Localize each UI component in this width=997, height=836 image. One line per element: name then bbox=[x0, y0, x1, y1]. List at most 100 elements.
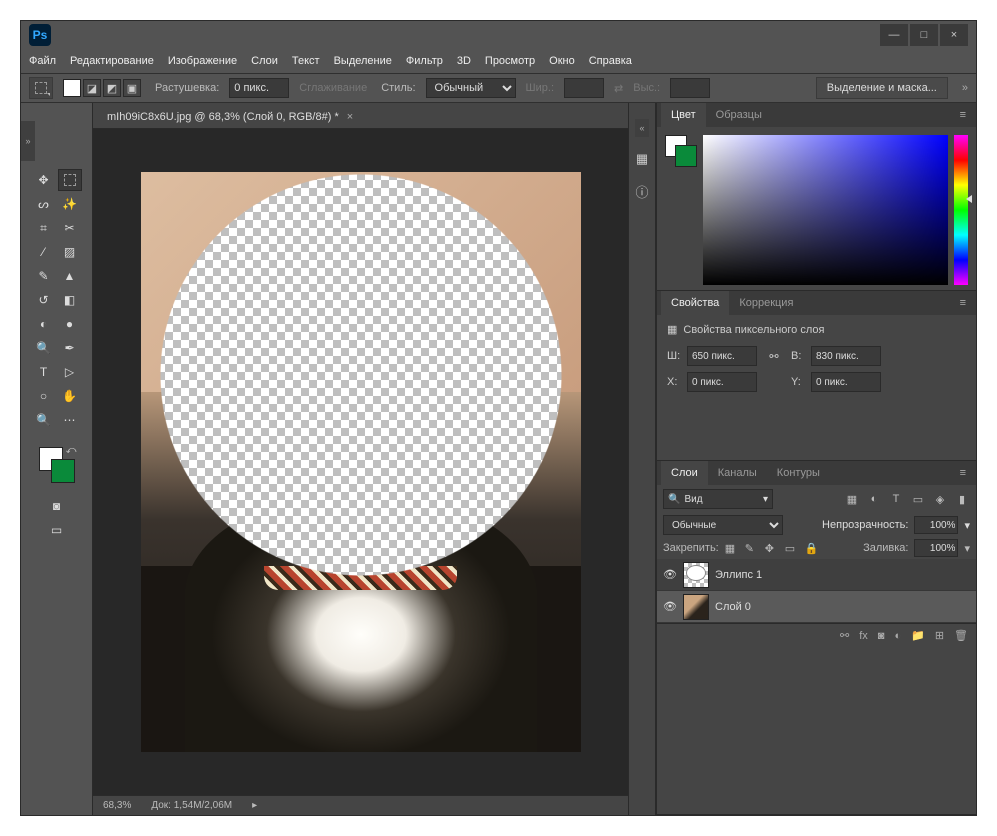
gradient-tool[interactable]: ◐ bbox=[32, 313, 56, 335]
layers-panel-menu[interactable]: ≡ bbox=[954, 467, 972, 479]
menu-image[interactable]: Изображение bbox=[168, 55, 237, 67]
menu-help[interactable]: Справка bbox=[589, 55, 632, 67]
document-tab[interactable]: mIh09iC8x6U.jpg @ 68,3% (Слой 0, RGB/8#)… bbox=[97, 106, 363, 128]
color-swatches[interactable]: ⤺ bbox=[39, 447, 75, 483]
blur-tool[interactable]: ● bbox=[58, 313, 82, 335]
menu-select[interactable]: Выделение bbox=[334, 55, 392, 67]
layer-mask-icon[interactable]: ◙ bbox=[878, 630, 885, 642]
prop-h-input[interactable] bbox=[811, 346, 881, 366]
filter-pixel-icon[interactable]: ▦ bbox=[844, 493, 860, 506]
tab-color[interactable]: Цвет bbox=[661, 103, 706, 127]
minimize-button[interactable]: — bbox=[880, 24, 908, 46]
layer-row[interactable]: 👁 Эллипс 1 bbox=[657, 559, 976, 591]
shape-tool[interactable]: ○ bbox=[32, 385, 56, 407]
type-tool[interactable]: T bbox=[32, 361, 56, 383]
dodge-tool[interactable]: 🔍 bbox=[32, 337, 56, 359]
crop-tool[interactable]: ⌗ bbox=[32, 217, 56, 239]
blend-mode-select[interactable]: Обычные bbox=[663, 515, 783, 535]
color-panel-menu[interactable]: ≡ bbox=[954, 109, 972, 121]
tools-expand[interactable]: » bbox=[21, 121, 35, 161]
tool-preset-picker[interactable] bbox=[29, 77, 53, 99]
layer-row[interactable]: 👁 Слой 0 bbox=[657, 591, 976, 623]
layer-style-icon[interactable]: fx bbox=[859, 630, 868, 642]
move-tool[interactable]: ✥ bbox=[32, 169, 56, 191]
status-arrow-icon[interactable]: ▸ bbox=[252, 800, 257, 811]
zoom-level[interactable]: 68,3% bbox=[103, 800, 131, 811]
opacity-dropdown-icon[interactable]: ▾ bbox=[964, 519, 970, 532]
filter-shape-icon[interactable]: ▭ bbox=[910, 493, 926, 506]
menu-view[interactable]: Просмотр bbox=[485, 55, 535, 67]
marquee-tool[interactable] bbox=[58, 169, 82, 191]
lasso-tool[interactable]: ᔕ bbox=[32, 193, 56, 215]
menu-3d[interactable]: 3D bbox=[457, 55, 471, 67]
intersect-selection-icon[interactable]: ▣ bbox=[123, 79, 141, 97]
lock-pixels-icon[interactable]: ✎ bbox=[745, 542, 759, 555]
filter-smart-icon[interactable]: ◈ bbox=[932, 493, 948, 506]
eyedropper-tool[interactable]: ⁄ bbox=[32, 241, 56, 263]
prop-y-input[interactable] bbox=[811, 372, 881, 392]
brush-tool[interactable]: ✎ bbox=[32, 265, 56, 287]
adjustment-layer-icon[interactable]: ◐ bbox=[894, 630, 901, 642]
new-selection-icon[interactable] bbox=[63, 79, 81, 97]
edit-toolbar[interactable]: ⋯ bbox=[58, 409, 82, 431]
hand-tool[interactable]: ✋ bbox=[58, 385, 82, 407]
color-swatch-pair[interactable] bbox=[665, 135, 697, 167]
layer-name[interactable]: Эллипс 1 bbox=[715, 569, 762, 581]
new-layer-icon[interactable]: ⊞ bbox=[935, 629, 944, 642]
info-panel-icon[interactable]: ⓘ bbox=[632, 181, 652, 201]
hue-marker[interactable] bbox=[966, 195, 972, 203]
subtract-selection-icon[interactable]: ◩ bbox=[103, 79, 121, 97]
eraser-tool[interactable]: ◧ bbox=[58, 289, 82, 311]
background-color[interactable] bbox=[51, 459, 75, 483]
layer-thumbnail[interactable] bbox=[683, 562, 709, 588]
magic-wand-tool[interactable]: ✨ bbox=[58, 193, 82, 215]
fill-input[interactable] bbox=[914, 539, 958, 557]
document-tab-close[interactable]: × bbox=[347, 111, 353, 123]
filter-toggle[interactable]: ▮ bbox=[954, 493, 970, 506]
tab-layers[interactable]: Слои bbox=[661, 461, 708, 485]
stamp-tool[interactable]: ▲ bbox=[58, 265, 82, 287]
prop-w-input[interactable] bbox=[687, 346, 757, 366]
menu-file[interactable]: Файл bbox=[29, 55, 56, 67]
close-button[interactable]: × bbox=[940, 24, 968, 46]
link-layers-icon[interactable]: ⚯ bbox=[840, 629, 849, 642]
properties-panel-menu[interactable]: ≡ bbox=[954, 297, 972, 309]
color-field[interactable] bbox=[703, 135, 948, 285]
lock-position-icon[interactable]: ✥ bbox=[765, 542, 779, 555]
tab-properties[interactable]: Свойства bbox=[661, 291, 729, 315]
menu-edit[interactable]: Редактирование bbox=[70, 55, 154, 67]
pen-tool[interactable]: ✒ bbox=[58, 337, 82, 359]
group-icon[interactable]: 📁 bbox=[911, 629, 925, 642]
path-select-tool[interactable]: ▷ bbox=[58, 361, 82, 383]
lock-all-icon[interactable]: 🔒 bbox=[805, 542, 819, 555]
visibility-toggle[interactable]: 👁 bbox=[663, 600, 677, 613]
fill-dropdown-icon[interactable]: ▾ bbox=[964, 542, 970, 555]
tab-swatches[interactable]: Образцы bbox=[706, 103, 772, 127]
prop-x-input[interactable] bbox=[687, 372, 757, 392]
zoom-tool[interactable]: 🔍 bbox=[32, 409, 56, 431]
link-wh-icon[interactable]: ⚯ bbox=[763, 347, 785, 365]
menu-layers[interactable]: Слои bbox=[251, 55, 278, 67]
layer-name[interactable]: Слой 0 bbox=[715, 601, 751, 613]
layer-thumbnail[interactable] bbox=[683, 594, 709, 620]
delete-layer-icon[interactable]: 🗑 bbox=[954, 629, 968, 642]
visibility-toggle[interactable]: 👁 bbox=[663, 568, 677, 581]
slice-tool[interactable]: ✂ bbox=[58, 217, 82, 239]
quickmask-toggle[interactable]: ◙ bbox=[45, 495, 69, 517]
tab-channels[interactable]: Каналы bbox=[708, 461, 767, 485]
feather-input[interactable] bbox=[229, 78, 289, 98]
style-select[interactable]: Обычный bbox=[426, 78, 516, 98]
healing-tool[interactable]: ▨ bbox=[58, 241, 82, 263]
panel-bg-color[interactable] bbox=[675, 145, 697, 167]
menu-type[interactable]: Текст bbox=[292, 55, 320, 67]
add-selection-icon[interactable]: ◪ bbox=[83, 79, 101, 97]
lock-artboard-icon[interactable]: ▭ bbox=[785, 542, 799, 555]
swap-colors-icon[interactable]: ⤺ bbox=[66, 445, 77, 456]
tab-paths[interactable]: Контуры bbox=[767, 461, 830, 485]
history-brush-tool[interactable]: ↺ bbox=[32, 289, 56, 311]
tab-adjustments[interactable]: Коррекция bbox=[729, 291, 803, 315]
history-panel-icon[interactable]: ▦ bbox=[632, 149, 652, 169]
hue-slider[interactable] bbox=[954, 135, 968, 285]
opacity-input[interactable] bbox=[914, 516, 958, 534]
canvas-viewport[interactable] bbox=[93, 129, 628, 795]
